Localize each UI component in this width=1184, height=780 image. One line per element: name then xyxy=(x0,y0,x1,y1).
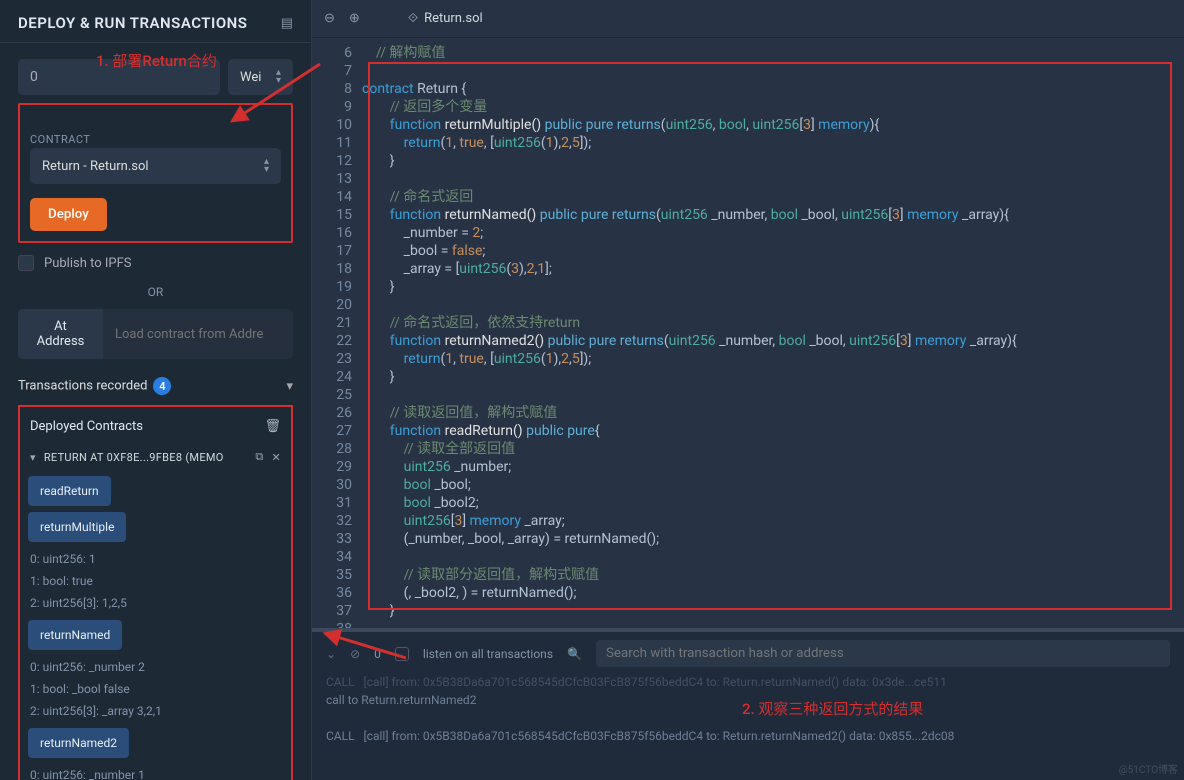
fn-returnnamed2-button[interactable]: returnNamed2 xyxy=(28,728,129,758)
fn-returnmultiple-button[interactable]: returnMultiple xyxy=(28,512,126,542)
fn-returnnamed-button[interactable]: returnNamed xyxy=(28,620,122,650)
value-unit-select[interactable]: Wei ▴▾ xyxy=(228,59,293,95)
main-area: ⊖ ⊕ ⟐ Return.sol 67891011121314151617181… xyxy=(312,0,1184,780)
or-divider: OR xyxy=(18,285,293,299)
tx-count-zero: 0 xyxy=(374,647,381,661)
close-icon[interactable]: ✕ xyxy=(271,451,281,464)
ret-value: 2: uint256[3]: _array 3,2,1 xyxy=(28,700,283,722)
contract-label: CONTRACT xyxy=(30,133,281,146)
tx-count-badge: 4 xyxy=(153,377,171,395)
code-editor[interactable]: 6789101112131415161718192021222324252627… xyxy=(312,38,1184,628)
sidebar-title: DEPLOY & RUN TRANSACTIONS xyxy=(18,14,247,32)
instance-name: RETURN AT 0XF8E...9FBE8 (MEMO xyxy=(44,451,247,464)
zoom-in-icon[interactable]: ⊕ xyxy=(349,11,360,26)
contract-selected: Return - Return.sol xyxy=(42,159,149,174)
line-gutter: 6789101112131415161718192021222324252627… xyxy=(312,38,362,628)
tx-recorded-toggle[interactable]: Transactions recorded 4 ▾ xyxy=(18,377,293,395)
deploy-sidebar: DEPLOY & RUN TRANSACTIONS ▤ Wei ▴▾ CONTR… xyxy=(0,0,312,780)
deployed-title: Deployed Contracts xyxy=(30,419,143,434)
fn-readreturn-button[interactable]: readReturn xyxy=(28,476,111,506)
deploy-button[interactable]: Deploy xyxy=(30,198,107,231)
code-content: // 解构赋值 contract Return { // 返回多个变量 func… xyxy=(362,38,1184,628)
contract-updown-icon: ▴▾ xyxy=(264,158,269,174)
ret-value: 2: uint256[3]: 1,2,5 xyxy=(28,592,283,614)
watermark: @51CTO博客 xyxy=(1119,761,1178,776)
editor-topbar: ⊖ ⊕ ⟐ Return.sol xyxy=(312,0,1184,38)
editor-tab[interactable]: ⟐ Return.sol xyxy=(404,5,487,32)
collapse-icon[interactable]: ⌄ xyxy=(326,647,336,661)
deployed-contracts: Deployed Contracts 🗑 ▾ RETURN AT 0XF8E..… xyxy=(18,405,293,780)
at-address-button[interactable]: At Address xyxy=(18,309,103,359)
terminal-line: CALL [call] from: 0x5B38Da6a701c568545dC… xyxy=(326,727,1170,745)
panel-icon: ▤ xyxy=(281,16,293,31)
annotation-2: 2. 观察三种返回方式的结果 xyxy=(742,698,923,719)
solidity-icon: ⟐ xyxy=(408,11,418,26)
chevron-down-icon: ▾ xyxy=(286,379,293,394)
tx-search-input[interactable] xyxy=(596,640,1170,667)
contract-section: CONTRACT Return - Return.sol ▴▾ Deploy xyxy=(18,103,293,243)
ret-value: 0: uint256: 1 xyxy=(28,548,283,570)
contract-select[interactable]: Return - Return.sol ▴▾ xyxy=(30,148,281,184)
value-unit-label: Wei xyxy=(240,70,261,85)
publish-ipfs-checkbox[interactable] xyxy=(18,255,34,271)
ret-value: 1: bool: _bool false xyxy=(28,678,283,700)
search-icon[interactable]: 🔍 xyxy=(567,647,582,661)
chevron-down-icon[interactable]: ▾ xyxy=(30,451,36,464)
trash-icon[interactable]: 🗑 xyxy=(264,419,281,434)
address-input[interactable] xyxy=(103,309,293,359)
clear-icon[interactable]: ⊘ xyxy=(350,647,360,661)
terminal-line: CALL [call] from: 0x5B38Da6a701c568545dC… xyxy=(326,673,1170,691)
tx-recorded-label: Transactions recorded xyxy=(18,379,147,394)
tab-filename: Return.sol xyxy=(424,11,483,26)
publish-ipfs-label: Publish to IPFS xyxy=(44,256,132,271)
zoom-out-icon[interactable]: ⊖ xyxy=(324,11,335,26)
listen-label: listen on all transactions xyxy=(423,647,553,661)
ret-value: 0: uint256: _number 1 xyxy=(28,764,283,780)
copy-icon[interactable]: ⧉ xyxy=(255,450,263,464)
listen-checkbox[interactable] xyxy=(395,647,409,661)
ret-value: 0: uint256: _number 2 xyxy=(28,656,283,678)
annotation-1: 1. 部署Return合约 xyxy=(96,50,217,71)
ret-value: 1: bool: true xyxy=(28,570,283,592)
unit-updown-icon: ▴▾ xyxy=(276,69,281,85)
